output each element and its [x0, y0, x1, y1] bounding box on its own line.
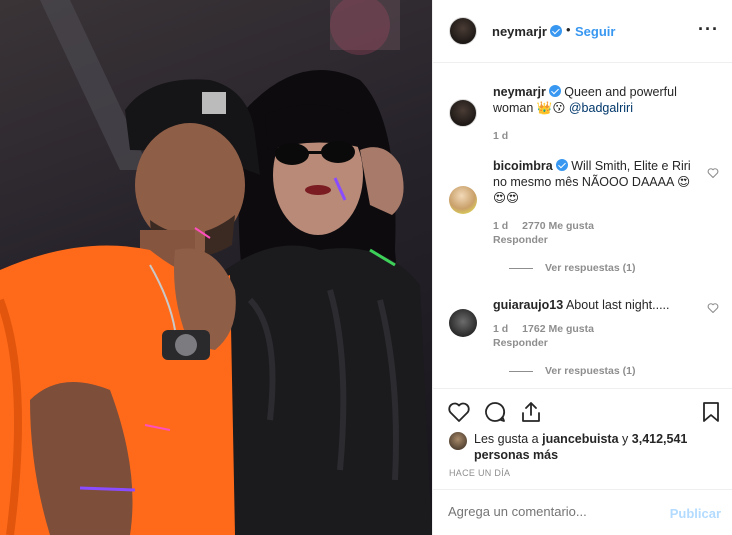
view-replies-button[interactable]: Ver respuestas (1) — [509, 262, 635, 274]
comment-username[interactable]: guiaraujo13 — [493, 298, 563, 312]
liker-username[interactable]: juancebuista — [542, 432, 618, 446]
save-bookmark-icon[interactable] — [699, 400, 723, 424]
comment-avatar[interactable] — [449, 186, 477, 214]
comment-meta: 1 d 1762 Me gusta — [493, 323, 608, 335]
post-side-panel: neymarjr • Seguir ··· neymarjr Queen and… — [432, 0, 732, 535]
author-username-text[interactable]: neymarjr — [492, 24, 547, 39]
comment-input[interactable] — [448, 504, 648, 519]
caption-age-text: 1 d — [493, 130, 509, 142]
photo-illustration — [0, 0, 432, 535]
follow-button[interactable]: Seguir — [575, 24, 615, 39]
add-comment-bar: Publicar — [433, 489, 732, 535]
caption: neymarjr Queen and powerful woman 👑😗 @ba… — [449, 84, 719, 144]
author-username[interactable]: neymarjr — [492, 24, 562, 39]
comment-item: guiaraujo13 About last night..... 1 d 176… — [449, 297, 719, 382]
comment-text: guiaraujo13 About last night..... — [493, 297, 703, 313]
comment-age: 1 d — [493, 220, 509, 232]
comments-list[interactable]: neymarjr Queen and powerful woman 👑😗 @ba… — [433, 64, 732, 386]
publish-button[interactable]: Publicar — [670, 506, 721, 521]
reply-button[interactable]: Responder — [493, 337, 548, 349]
comment-age: 1 d — [493, 323, 509, 335]
comment-bubble-icon[interactable] — [483, 400, 507, 424]
caption-username[interactable]: neymarjr — [493, 85, 546, 99]
comment-text: bicoimbra Will Smith, Elite e Riri no me… — [493, 158, 703, 206]
like-comment-heart-icon[interactable] — [707, 302, 719, 314]
header-separator: • — [566, 22, 571, 37]
like-heart-icon[interactable] — [447, 400, 471, 424]
comment-likes-count[interactable]: 2770 Me gusta — [522, 220, 594, 232]
caption-text: neymarjr Queen and powerful woman 👑😗 @ba… — [493, 84, 703, 116]
verified-badge-icon — [549, 25, 562, 37]
post-timestamp[interactable]: HACE UN DÍA — [449, 468, 510, 478]
comment-item: bicoimbra Will Smith, Elite e Riri no me… — [449, 158, 719, 278]
comment-avatar[interactable] — [449, 309, 477, 337]
comment-meta: 1 d 2770 Me gusta — [493, 220, 608, 232]
caption-age: 1 d — [493, 130, 522, 142]
liker-avatar[interactable] — [449, 432, 467, 450]
likes-prefix: Les gusta a — [474, 432, 539, 446]
reply-button[interactable]: Responder — [493, 234, 548, 246]
like-comment-heart-icon[interactable] — [707, 167, 719, 179]
caption-mention[interactable]: @badgalriri — [569, 101, 633, 115]
author-avatar[interactable] — [449, 17, 477, 45]
share-icon[interactable] — [519, 400, 543, 424]
post-header: neymarjr • Seguir ··· — [433, 0, 732, 63]
post-photo[interactable] — [0, 0, 432, 535]
verified-badge-icon — [555, 159, 568, 171]
comment-likes-count[interactable]: 1762 Me gusta — [522, 323, 594, 335]
verified-badge-icon — [548, 85, 561, 97]
likes-conj: y — [622, 432, 629, 446]
caption-avatar[interactable] — [449, 99, 477, 127]
post-actions: Les gusta a juancebuista y 3,412,541 per… — [433, 388, 732, 488]
comment-body: About last night..... — [565, 298, 670, 312]
more-options-icon[interactable]: ··· — [698, 19, 719, 40]
comment-username[interactable]: bicoimbra — [493, 159, 553, 173]
view-replies-button[interactable]: Ver respuestas (1) — [509, 365, 635, 377]
likes-text: Les gusta a juancebuista y 3,412,541 per… — [474, 431, 724, 463]
